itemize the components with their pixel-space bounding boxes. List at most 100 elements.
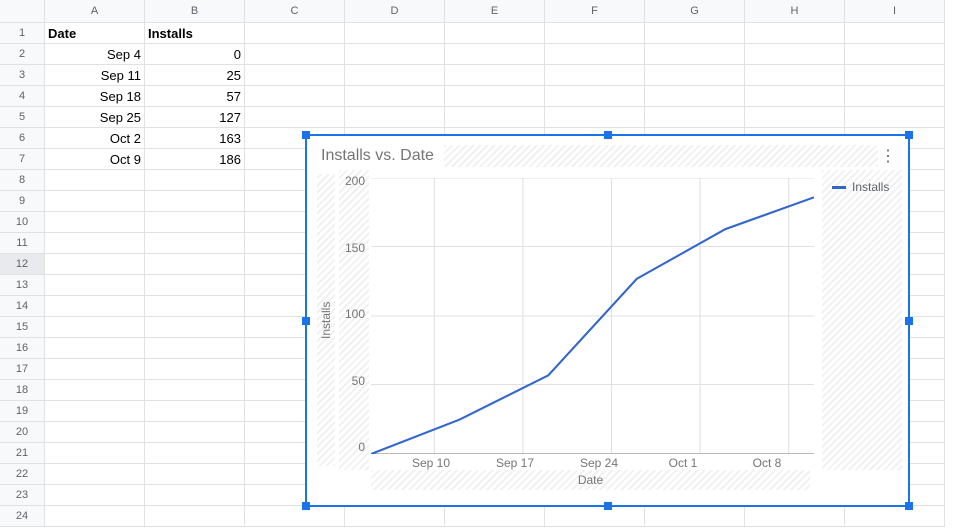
resize-handle-bc[interactable] — [604, 502, 612, 510]
row-header[interactable]: 22 — [0, 464, 45, 485]
cell-I2[interactable] — [845, 44, 945, 65]
row-header[interactable]: 15 — [0, 317, 45, 338]
cell-I5[interactable] — [845, 107, 945, 128]
cell-E3[interactable] — [445, 65, 545, 86]
cell-B24[interactable] — [145, 506, 245, 527]
cell-I24[interactable] — [845, 506, 945, 527]
cell-F2[interactable] — [545, 44, 645, 65]
cell-B5[interactable]: 127 — [145, 107, 245, 128]
col-header-B[interactable]: B — [145, 0, 245, 23]
chart-title-edit-area[interactable] — [444, 145, 878, 167]
cell-C1[interactable] — [245, 23, 345, 44]
cell-G3[interactable] — [645, 65, 745, 86]
cell-B13[interactable] — [145, 275, 245, 296]
cell-H2[interactable] — [745, 44, 845, 65]
cell-A11[interactable] — [45, 233, 145, 254]
cell-B22[interactable] — [145, 464, 245, 485]
cell-G2[interactable] — [645, 44, 745, 65]
cell-A21[interactable] — [45, 443, 145, 464]
row-header[interactable]: 6 — [0, 128, 45, 149]
row-header[interactable]: 11 — [0, 233, 45, 254]
row-header[interactable]: 9 — [0, 191, 45, 212]
cell-B7[interactable]: 186 — [145, 149, 245, 170]
cell-F5[interactable] — [545, 107, 645, 128]
cell-E24[interactable] — [445, 506, 545, 527]
cell-B15[interactable] — [145, 317, 245, 338]
cell-A8[interactable] — [45, 170, 145, 191]
cell-A3[interactable]: Sep 11 — [45, 65, 145, 86]
cell-F4[interactable] — [545, 86, 645, 107]
cell-B18[interactable] — [145, 380, 245, 401]
chart-legend[interactable]: Installs — [822, 170, 902, 470]
cell-B1[interactable]: Installs — [145, 23, 245, 44]
col-header-D[interactable]: D — [345, 0, 445, 23]
cell-G1[interactable] — [645, 23, 745, 44]
cell-D3[interactable] — [345, 65, 445, 86]
cell-A2[interactable]: Sep 4 — [45, 44, 145, 65]
row-header[interactable]: 20 — [0, 422, 45, 443]
cell-E1[interactable] — [445, 23, 545, 44]
row-header[interactable]: 16 — [0, 338, 45, 359]
cell-A15[interactable] — [45, 317, 145, 338]
cell-A16[interactable] — [45, 338, 145, 359]
cell-A23[interactable] — [45, 485, 145, 506]
resize-handle-bl[interactable] — [302, 502, 310, 510]
cell-A7[interactable]: Oct 9 — [45, 149, 145, 170]
cell-H3[interactable] — [745, 65, 845, 86]
cell-B21[interactable] — [145, 443, 245, 464]
col-header-G[interactable]: G — [645, 0, 745, 23]
cell-F24[interactable] — [545, 506, 645, 527]
col-header-E[interactable]: E — [445, 0, 545, 23]
row-header[interactable]: 14 — [0, 296, 45, 317]
resize-handle-tl[interactable] — [302, 131, 310, 139]
row-header[interactable]: 2 — [0, 44, 45, 65]
row-header[interactable]: 1 — [0, 23, 45, 44]
cell-D4[interactable] — [345, 86, 445, 107]
cell-A17[interactable] — [45, 359, 145, 380]
resize-handle-br[interactable] — [905, 502, 913, 510]
cell-B10[interactable] — [145, 212, 245, 233]
row-header[interactable]: 18 — [0, 380, 45, 401]
col-header-H[interactable]: H — [745, 0, 845, 23]
col-header-A[interactable]: A — [45, 0, 145, 23]
col-header-C[interactable]: C — [245, 0, 345, 23]
cell-D5[interactable] — [345, 107, 445, 128]
resize-handle-ml[interactable] — [302, 317, 310, 325]
cell-B16[interactable] — [145, 338, 245, 359]
cell-B14[interactable] — [145, 296, 245, 317]
cell-C4[interactable] — [245, 86, 345, 107]
cell-C2[interactable] — [245, 44, 345, 65]
cell-C5[interactable] — [245, 107, 345, 128]
cell-G4[interactable] — [645, 86, 745, 107]
cell-H1[interactable] — [745, 23, 845, 44]
cell-A10[interactable] — [45, 212, 145, 233]
embedded-chart[interactable]: Installs vs. Date ⋮ Installs 200 150 100… — [305, 134, 910, 507]
row-header[interactable]: 21 — [0, 443, 45, 464]
legend-entry[interactable]: Installs — [828, 176, 896, 198]
cell-D1[interactable] — [345, 23, 445, 44]
cell-A18[interactable] — [45, 380, 145, 401]
cell-A20[interactable] — [45, 422, 145, 443]
cell-I1[interactable] — [845, 23, 945, 44]
cell-C24[interactable] — [245, 506, 345, 527]
row-header[interactable]: 4 — [0, 86, 45, 107]
cell-G5[interactable] — [645, 107, 745, 128]
cell-B6[interactable]: 163 — [145, 128, 245, 149]
row-header[interactable]: 23 — [0, 485, 45, 506]
y-axis-title[interactable]: Installs — [317, 174, 335, 466]
cell-F3[interactable] — [545, 65, 645, 86]
cell-H5[interactable] — [745, 107, 845, 128]
cell-A19[interactable] — [45, 401, 145, 422]
row-header[interactable]: 8 — [0, 170, 45, 191]
cell-A22[interactable] — [45, 464, 145, 485]
cell-D2[interactable] — [345, 44, 445, 65]
cell-C3[interactable] — [245, 65, 345, 86]
cell-B23[interactable] — [145, 485, 245, 506]
cell-A1[interactable]: Date — [45, 23, 145, 44]
row-header[interactable]: 19 — [0, 401, 45, 422]
resize-handle-tr[interactable] — [905, 131, 913, 139]
cell-A9[interactable] — [45, 191, 145, 212]
cell-B17[interactable] — [145, 359, 245, 380]
cell-G24[interactable] — [645, 506, 745, 527]
row-header[interactable]: 7 — [0, 149, 45, 170]
